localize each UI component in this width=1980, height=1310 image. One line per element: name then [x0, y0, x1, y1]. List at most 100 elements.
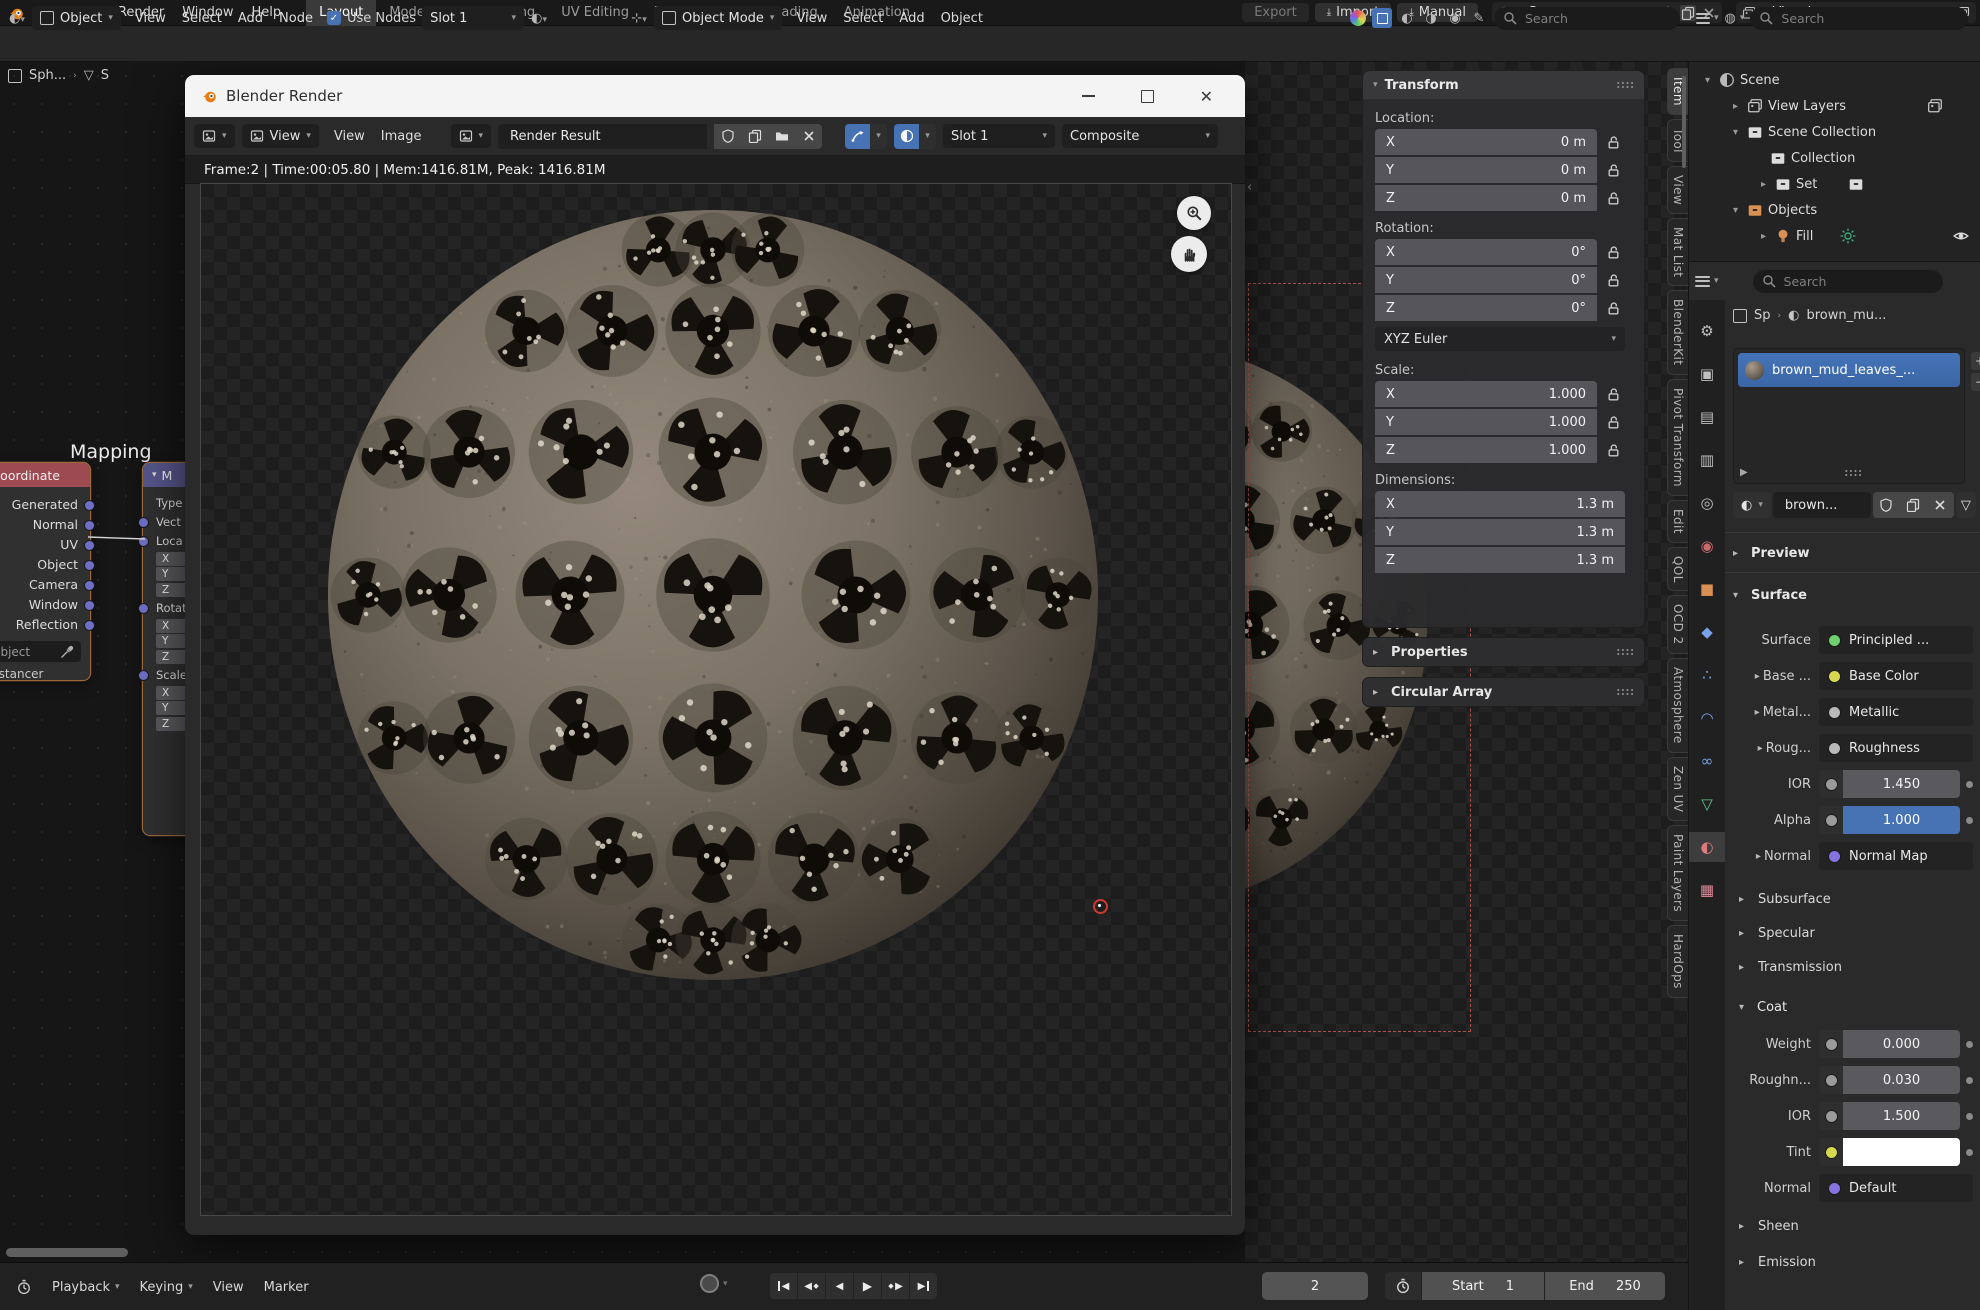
collapsed-section[interactable]: ▸Emission [1733, 1244, 1973, 1280]
node-output-socket[interactable]: Window [0, 594, 90, 614]
chevron-right-icon[interactable]: ▸ [1729, 101, 1742, 112]
animate-dot-icon[interactable] [1966, 1077, 1973, 1084]
outliner-row-view-layers[interactable]: ▸ View Layers [1689, 93, 1980, 119]
scrollbar-horizontal[interactable] [6, 1248, 128, 1257]
unlink-x-icon[interactable] [1927, 493, 1954, 518]
sidebar-tab[interactable]: Mat List [1667, 218, 1688, 286]
scrollbar[interactable] [1682, 76, 1686, 168]
node-output-socket[interactable]: Generated [0, 494, 90, 514]
dimension-field[interactable]: X1.3 m [1375, 491, 1625, 517]
image-editor-menu[interactable]: View [326, 129, 373, 144]
chevron-right-icon[interactable]: ▸ [1757, 179, 1770, 190]
chevron-down-icon[interactable]: ▾ [1729, 127, 1742, 138]
sidebar-tab[interactable]: HardOps [1667, 925, 1688, 998]
node-output-socket[interactable]: UV [0, 534, 90, 554]
coat-weight-slider[interactable]: 0.000 [1843, 1030, 1960, 1058]
shader-menu[interactable]: Add [230, 11, 271, 26]
shader-editor-type-icon[interactable]: ◐▾ [8, 11, 26, 26]
modifiers-properties-tab-icon[interactable]: ◆ [1689, 617, 1725, 647]
object-data-properties-tab-icon[interactable]: ▽ [1689, 789, 1725, 819]
node-output-socket[interactable]: Reflection [0, 614, 90, 634]
lock-icon[interactable] [1606, 135, 1621, 150]
jump-to-end-button[interactable]: ▶ [910, 1273, 937, 1299]
viewport-shading-world-icon[interactable]: ◉ [1446, 11, 1464, 26]
collapsed-section[interactable]: ▸Specular [1733, 916, 1973, 950]
chevron-right-icon[interactable]: ▸ [1750, 707, 1760, 718]
sun-light-icon[interactable] [1840, 228, 1856, 244]
panel-grip-icon[interactable] [1616, 648, 1634, 656]
collapsed-section[interactable]: ▸Subsurface [1733, 882, 1973, 916]
socket-chip[interactable] [1819, 1102, 1843, 1130]
sidebar-tab[interactable]: OCD 2 [1667, 595, 1688, 654]
view-layer-properties-tab-icon[interactable]: ▥ [1689, 445, 1725, 475]
sidebar-tab[interactable]: Pivot Transform [1667, 379, 1688, 496]
outliner-filter-icon[interactable]: ◍▾ [1725, 11, 1745, 26]
sidebar-tab[interactable]: Zen UV [1667, 757, 1688, 821]
animate-dot-icon[interactable] [1966, 1113, 1973, 1120]
properties-editor-type-icon[interactable]: ▾ [1695, 276, 1719, 287]
outliner-display-mode-icon[interactable]: ▾ [1696, 13, 1719, 24]
socket-chip[interactable] [1819, 806, 1843, 834]
ior-slider[interactable]: 1.450 [1843, 770, 1960, 798]
animate-dot-icon[interactable] [1966, 1149, 1973, 1156]
collapsed-section[interactable]: ▸Sheen [1733, 1208, 1973, 1244]
chevron-right-icon[interactable]: ▸ [1757, 231, 1770, 242]
world-properties-tab-icon[interactable]: ◉ [1689, 531, 1725, 561]
coat-section-header[interactable]: ▾ Coat [1739, 992, 1973, 1022]
chevron-down-icon[interactable]: ▾ [919, 124, 936, 149]
breadcrumb-material[interactable]: brown_mu... [1806, 308, 1886, 323]
render-properties-tab-icon[interactable]: ▣ [1689, 359, 1725, 389]
viewport-menu[interactable]: Object [933, 11, 991, 26]
node-output-socket[interactable]: Normal [0, 514, 90, 534]
nodetree-toggle-icon[interactable]: ▽ [1956, 492, 1976, 518]
alpha-slider[interactable]: 1.000 [1843, 806, 1960, 834]
location-field[interactable]: X0 m [1375, 129, 1597, 155]
node-output-socket[interactable]: Camera [0, 574, 90, 594]
outliner-row-objects[interactable]: ▾ Objects [1689, 197, 1980, 223]
fake-user-shield-icon[interactable] [714, 124, 741, 149]
display-mode-dropdown[interactable]: View▾ [242, 124, 319, 148]
maximize-button[interactable] [1141, 90, 1154, 103]
play-reverse-button[interactable]: ◀ [826, 1273, 853, 1299]
pan-hand-button[interactable] [1171, 236, 1207, 272]
sidebar-tab[interactable]: Atmosphere [1667, 658, 1688, 753]
coat-normal-dropdown[interactable]: Default [1819, 1174, 1973, 1202]
jump-to-start-button[interactable]: ◀ [770, 1273, 797, 1299]
matcap-gradient-icon[interactable] [1350, 10, 1366, 26]
duplicate-material-icon[interactable] [1900, 493, 1927, 518]
lock-icon[interactable] [1606, 387, 1621, 402]
texture-properties-tab-icon[interactable]: ▦ [1689, 875, 1725, 905]
dimension-field[interactable]: Z1.3 m [1375, 547, 1625, 573]
render-result-image[interactable] [200, 183, 1232, 1216]
scale-field[interactable]: X1.000 [1375, 381, 1597, 407]
eyedropper-icon[interactable] [60, 645, 74, 659]
viewport-shading-solid-icon[interactable] [1372, 8, 1392, 28]
texture-coordinate-node[interactable]: ure Coordinate GeneratedNormalUVObjectCa… [0, 463, 90, 680]
preview-panel-header[interactable]: ▸ Preview [1733, 538, 1973, 568]
rotation-mode-dropdown[interactable]: XYZ Euler▾ [1375, 327, 1625, 351]
from-instancer-label[interactable]: m Instancer [0, 665, 90, 687]
render-pass-dropdown[interactable]: Composite▾ [1062, 124, 1218, 148]
breadcrumb-object[interactable]: Sp [1754, 308, 1771, 323]
use-preview-range-clock-icon[interactable] [1385, 1272, 1421, 1300]
material-slot-list[interactable]: brown_mud_leaves_... ▶ [1733, 348, 1965, 484]
viewport-shading-rendered-icon[interactable]: ◑ [1422, 11, 1440, 26]
current-frame-field[interactable]: 2 [1262, 1272, 1368, 1300]
socket-chip[interactable] [1819, 1138, 1843, 1166]
viewport-search-input[interactable] [1523, 10, 1637, 27]
chevron-down-icon[interactable]: ▾ [1729, 205, 1742, 216]
material-name-field[interactable]: brown... [1773, 492, 1871, 518]
normal-input[interactable]: Normal Map [1819, 842, 1973, 870]
outliner-row-set[interactable]: ▸ Set [1689, 171, 1980, 197]
open-image-folder-icon[interactable] [768, 124, 795, 149]
chevron-right-icon[interactable]: ▸ [1750, 671, 1760, 682]
scene-properties-tab-icon[interactable]: ◎ [1689, 488, 1725, 518]
chevron-down-icon[interactable]: ▾ [723, 1279, 728, 1289]
shader-menu[interactable]: Node [271, 11, 321, 26]
auto-keyframe-button[interactable] [700, 1274, 719, 1293]
animate-dot-icon[interactable] [1966, 817, 1973, 824]
image-name-field[interactable]: Render Result [498, 124, 707, 149]
zoom-in-button[interactable] [1177, 196, 1211, 230]
panel-grip-icon[interactable] [1616, 688, 1634, 696]
rotation-field[interactable]: Z0° [1375, 295, 1597, 321]
